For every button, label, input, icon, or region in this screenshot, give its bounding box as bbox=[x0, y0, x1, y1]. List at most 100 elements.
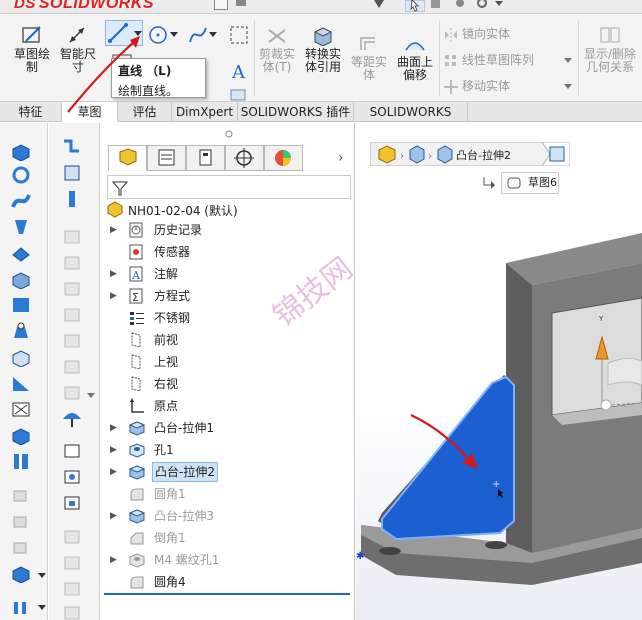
circle-dropdown-icon[interactable] bbox=[170, 30, 178, 38]
offset-on-surface-button[interactable]: 曲面上 偏移 bbox=[394, 34, 436, 82]
print-icon[interactable] bbox=[234, 0, 248, 10]
tab-property-manager[interactable] bbox=[147, 145, 186, 171]
insert-bends-icon[interactable] bbox=[61, 579, 83, 599]
tree-item[interactable]: ▶ M4 螺纹孔1 bbox=[108, 550, 348, 570]
text-icon[interactable]: A bbox=[228, 60, 250, 82]
fold-icon[interactable] bbox=[61, 467, 83, 487]
tree-expand-arrow[interactable]: ▶ bbox=[110, 440, 120, 460]
corners-dropdown-icon[interactable] bbox=[87, 391, 95, 399]
tree-item[interactable]: ▶ Σ 方程式 bbox=[108, 286, 348, 306]
tree-item[interactable]: 前视 bbox=[108, 330, 348, 350]
combine-icon[interactable] bbox=[10, 425, 32, 445]
tab-dimxpert-manager[interactable] bbox=[225, 145, 264, 171]
tree-expand-arrow[interactable]: ▶ bbox=[110, 418, 120, 438]
no-bends-icon[interactable] bbox=[61, 527, 83, 547]
tree-expand-arrow[interactable]: ▶ bbox=[110, 264, 120, 284]
reference-geometry-icon[interactable] bbox=[10, 597, 32, 617]
delete-body-icon[interactable] bbox=[10, 511, 32, 531]
tree-item[interactable]: ▶ 历史记录 bbox=[108, 220, 348, 240]
offset-entities-button[interactable]: 等距实 体 bbox=[348, 34, 390, 82]
jog-icon[interactable] bbox=[61, 279, 83, 299]
linear-pattern-button[interactable]: 线性草图阵列 bbox=[444, 51, 534, 68]
tab-solidworks-addins[interactable]: SOLIDWORKS 插件 bbox=[238, 102, 354, 122]
tab-display-manager[interactable] bbox=[264, 145, 303, 171]
miter-flange-icon[interactable] bbox=[61, 227, 83, 247]
cut-extrude-icon[interactable] bbox=[10, 269, 32, 289]
tree-item[interactable]: 圆角4 bbox=[108, 572, 348, 592]
closed-corner-icon[interactable] bbox=[61, 383, 83, 403]
tree-expand-arrow[interactable]: ▶ bbox=[110, 550, 120, 570]
convert-entities-button[interactable]: 转换实 体引用 bbox=[301, 24, 345, 74]
unfold-icon[interactable] bbox=[61, 441, 83, 461]
tree-item[interactable]: 右视 bbox=[108, 374, 348, 394]
tree-item[interactable]: ▶ 凸台-拉伸1 bbox=[108, 418, 348, 438]
tree-expand-arrow[interactable]: ▶ bbox=[110, 286, 120, 306]
forming-tool-icon[interactable] bbox=[61, 409, 83, 429]
edge-flange-icon[interactable] bbox=[61, 189, 83, 209]
plane-sketch-icon[interactable] bbox=[228, 88, 250, 102]
surface-icon[interactable] bbox=[10, 295, 32, 315]
chevron-right-icon[interactable]: › bbox=[338, 150, 344, 166]
tree-item[interactable]: ▶ 凸台-拉伸3 bbox=[108, 506, 348, 526]
show-delete-relations-button[interactable]: 显示/删除 几何关系 bbox=[580, 24, 640, 74]
base-flange-icon[interactable] bbox=[61, 163, 83, 183]
reference-dropdown-icon[interactable] bbox=[38, 603, 46, 611]
cross-break-icon[interactable] bbox=[61, 331, 83, 351]
tab-configuration-manager[interactable] bbox=[186, 145, 225, 171]
convert-sheet-metal-icon[interactable] bbox=[61, 603, 83, 620]
hem-icon[interactable] bbox=[61, 253, 83, 273]
spline-dropdown-icon[interactable] bbox=[209, 30, 217, 38]
corners-icon[interactable] bbox=[61, 357, 83, 377]
spline-icon[interactable] bbox=[187, 24, 209, 46]
construction-geometry-icon[interactable] bbox=[228, 24, 250, 46]
gear-icon[interactable] bbox=[476, 0, 488, 10]
shell-icon[interactable] bbox=[10, 347, 32, 367]
sheet-metal-icon[interactable] bbox=[61, 137, 83, 157]
tree-item[interactable]: 倒角1 bbox=[108, 528, 348, 548]
boundary-icon[interactable] bbox=[10, 243, 32, 263]
tab-features[interactable]: 特征 bbox=[0, 102, 62, 122]
sketch-button[interactable]: 草图绘 制 bbox=[10, 24, 54, 74]
tree-expand-arrow[interactable]: ▶ bbox=[110, 506, 120, 526]
scale-icon[interactable] bbox=[10, 537, 32, 557]
move-copy-body-icon[interactable] bbox=[10, 485, 32, 505]
tree-item[interactable]: ▶ 凸台-拉伸2 bbox=[108, 462, 348, 482]
extrude-boss-icon[interactable] bbox=[10, 141, 32, 161]
insert-part-icon[interactable] bbox=[10, 563, 32, 583]
move-entities-button[interactable]: 移动实体 bbox=[444, 77, 510, 94]
tree-item[interactable]: 圆角1 bbox=[108, 484, 348, 504]
intersect-icon[interactable] bbox=[10, 399, 32, 419]
breadcrumb-feature-label[interactable]: 凸台-拉伸2 bbox=[456, 147, 511, 163]
move-dropdown-icon[interactable] bbox=[564, 82, 572, 90]
tree-item[interactable]: 不锈钢 bbox=[108, 308, 348, 328]
trim-entities-button[interactable]: 剪裁实 体(T) bbox=[256, 24, 298, 74]
insert-dropdown-icon[interactable] bbox=[38, 571, 46, 579]
pattern-dropdown-icon[interactable] bbox=[564, 56, 572, 64]
tree-item[interactable]: 上视 bbox=[108, 352, 348, 372]
file-props-icon[interactable] bbox=[454, 0, 466, 10]
graphics-area[interactable]: Y + ✱ › › 凸台-拉伸2 草图6 bbox=[356, 123, 642, 620]
tree-item[interactable]: 原点 bbox=[108, 396, 348, 416]
tree-expand-arrow[interactable]: ▶ bbox=[110, 220, 120, 240]
rip-icon[interactable] bbox=[61, 553, 83, 573]
tree-item[interactable]: ▶ 孔1 bbox=[108, 440, 348, 460]
tree-item[interactable]: 传感器 bbox=[108, 242, 348, 262]
chevron-down-icon[interactable] bbox=[494, 0, 504, 10]
split-icon[interactable] bbox=[10, 451, 32, 471]
tab-solidworks-mbd[interactable]: SOLIDWORKS MBD bbox=[354, 102, 468, 139]
draft-icon[interactable] bbox=[10, 321, 32, 341]
panel-splitter-handle[interactable] bbox=[224, 129, 234, 139]
select-arrow-icon[interactable] bbox=[405, 0, 425, 12]
tree-expand-arrow[interactable]: ▶ bbox=[110, 462, 120, 482]
sketched-bend-icon[interactable] bbox=[61, 305, 83, 325]
sketch-breadcrumb-chip[interactable]: 草图6 bbox=[501, 172, 559, 194]
tab-feature-tree[interactable] bbox=[108, 145, 147, 171]
revolve-icon[interactable] bbox=[10, 165, 32, 185]
rollback-bar[interactable] bbox=[104, 593, 350, 595]
back-arrow-icon[interactable] bbox=[482, 175, 496, 189]
flatten-icon[interactable] bbox=[61, 493, 83, 513]
options-icon[interactable] bbox=[372, 0, 386, 10]
rebuild-icon[interactable] bbox=[430, 0, 442, 10]
rib-icon[interactable] bbox=[10, 373, 32, 393]
feature-filter-input[interactable] bbox=[107, 175, 351, 199]
